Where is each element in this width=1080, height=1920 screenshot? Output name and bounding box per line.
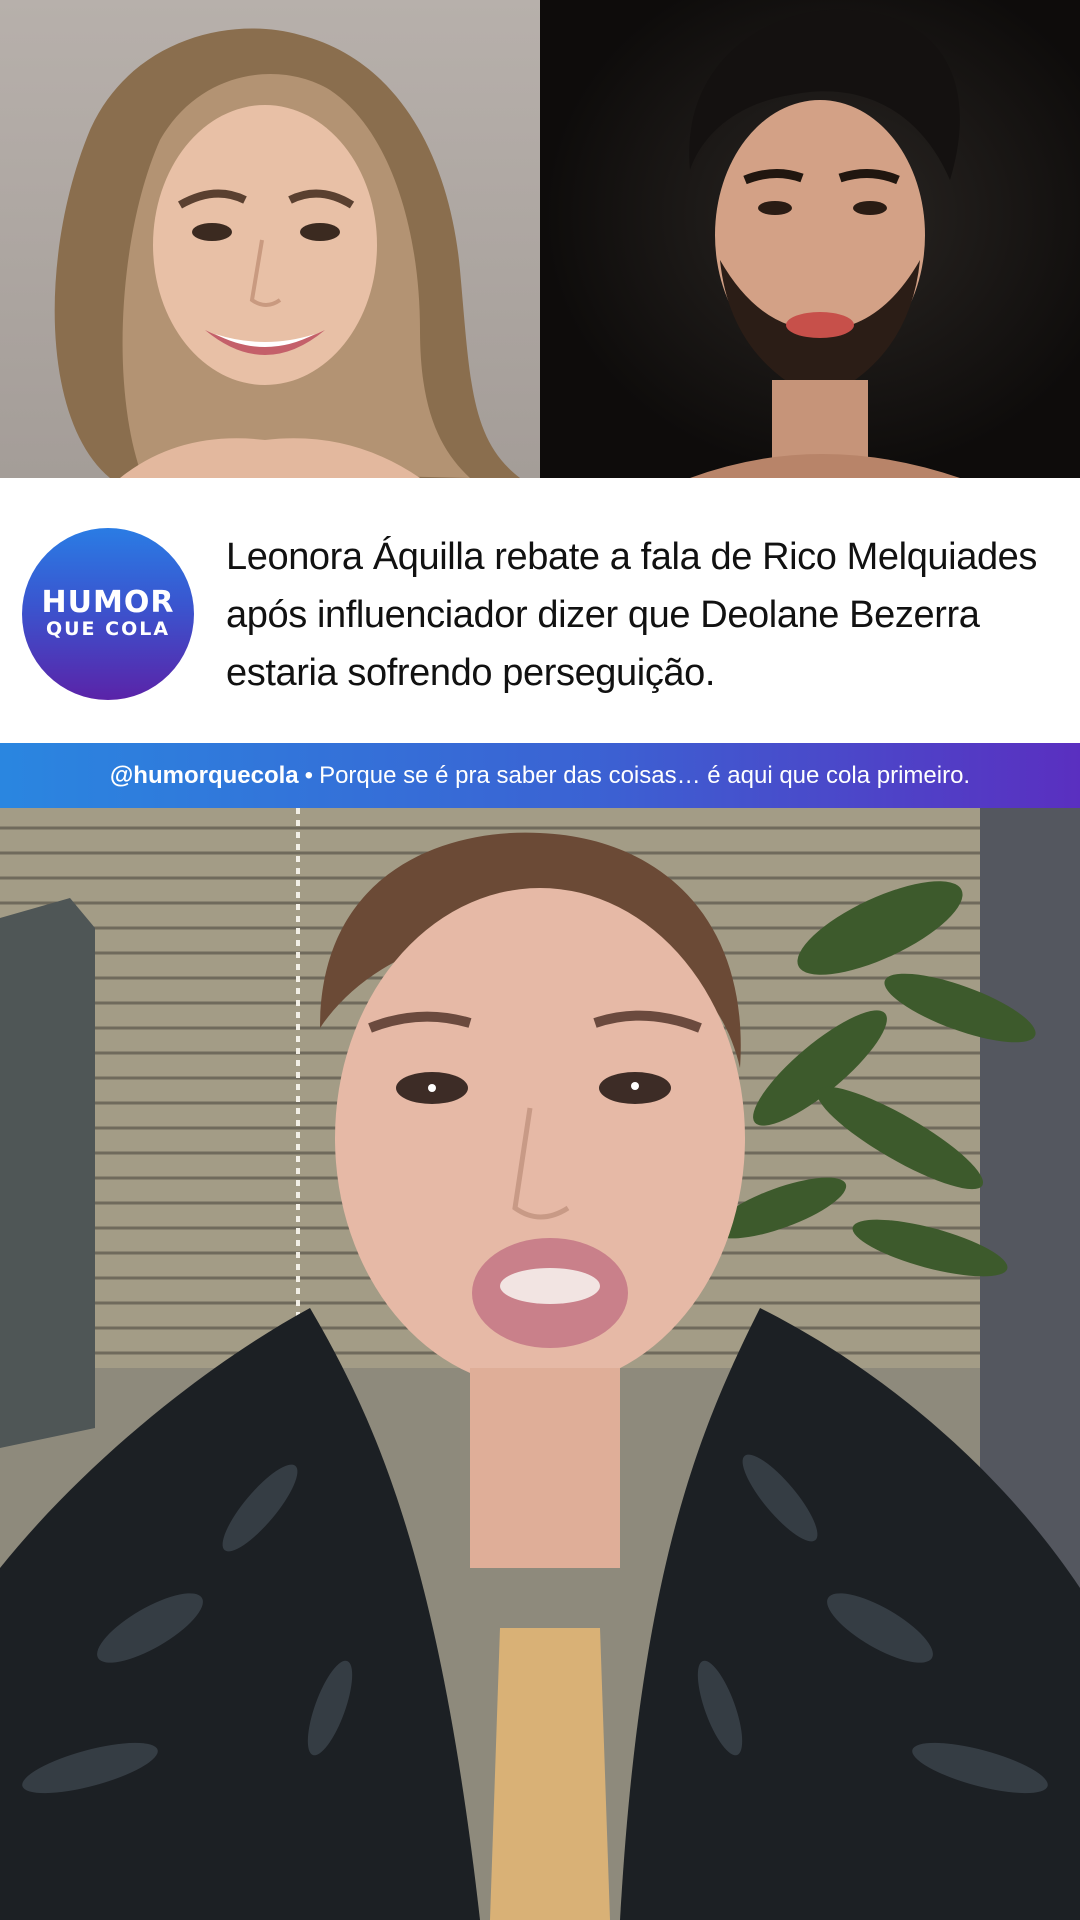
photo-rico [540, 0, 1080, 478]
headline-text: Leonora Áquilla rebate a fala de Rico Me… [226, 536, 1038, 694]
caption-bar: @humorquecola • Porque se é pra saber da… [0, 743, 1080, 808]
logo-line1: HUMOR [41, 585, 175, 620]
headline-card: HUMOR QUE COLA Leonora Áquilla rebate a … [0, 478, 1080, 743]
caption-separator: • [304, 761, 314, 789]
video-frame[interactable] [0, 808, 1080, 1920]
caption-handle[interactable]: @humorquecola [110, 762, 299, 790]
photo-leonora [0, 0, 540, 478]
humor-que-cola-logo[interactable]: HUMOR QUE COLA [22, 528, 194, 700]
news-photos [0, 0, 1080, 478]
lamp-shade [0, 898, 95, 1448]
logo-line2: QUE COLA [45, 618, 171, 640]
caption-text: Porque se é pra saber das coisas… é aqui… [319, 761, 971, 789]
